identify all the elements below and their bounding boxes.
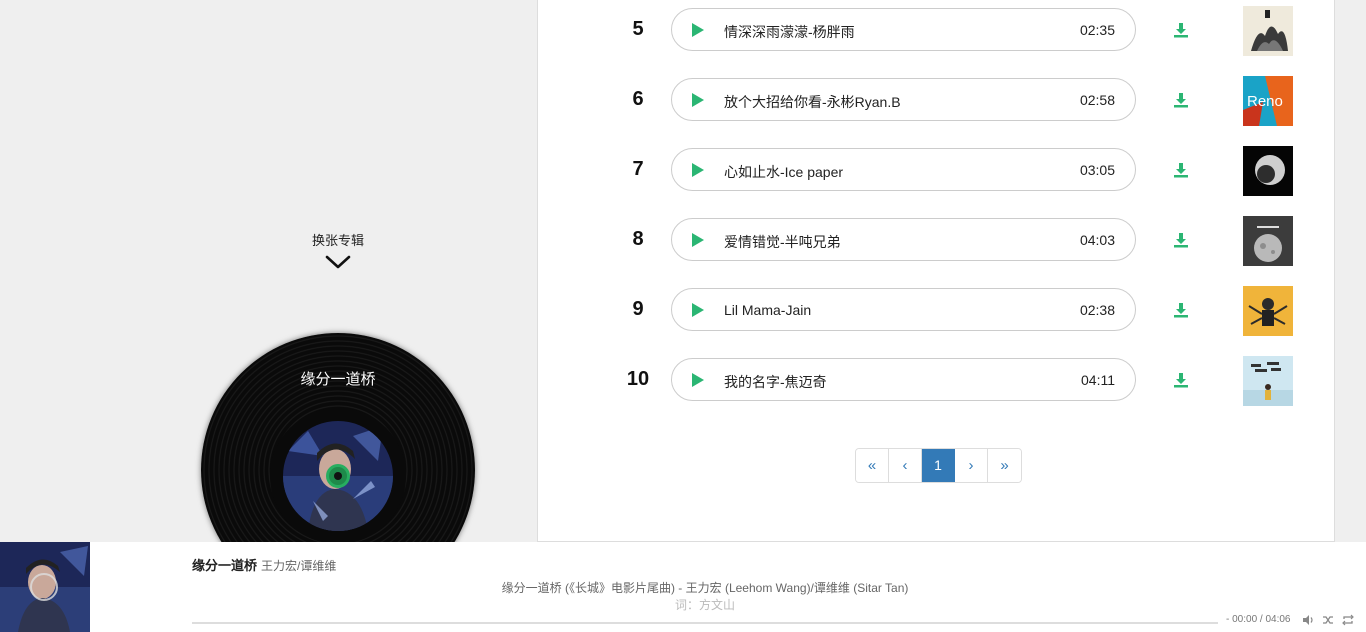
lyric-line-next: 词：方文山 [674, 598, 735, 612]
song-row: 7 心如止水-Ice paper 03:05 [538, 146, 1336, 196]
song-play-button[interactable]: Lil Mama-Jain 02:38 [671, 288, 1136, 331]
song-play-button[interactable]: 放个大招给你看-永彬Ryan.B 02:58 [671, 78, 1136, 121]
vinyl-title: 缘分一道桥 [300, 371, 376, 388]
thumb-text: Reno [1247, 93, 1283, 110]
song-duration: 03:05 [1079, 162, 1115, 178]
song-row: 9 Lil Mama-Jain 02:38 [538, 286, 1336, 336]
song-number: 7 [632, 158, 644, 180]
song-row: 5 情深深雨濛濛-杨胖雨 02:35 [538, 6, 1336, 56]
song-duration: 04:11 [1081, 372, 1115, 388]
song-number: 5 [632, 18, 644, 40]
song-duration: 02:38 [1079, 302, 1115, 318]
download-icon[interactable] [1173, 22, 1189, 38]
song-title: 放个大招给你看-永彬Ryan.B [724, 94, 901, 110]
play-icon [692, 163, 704, 177]
next-page-button[interactable]: › [955, 449, 988, 482]
album-thumbnail[interactable] [1243, 216, 1293, 266]
repeat-icon[interactable] [1342, 614, 1354, 626]
player-artist: 王力宏/谭维维 [261, 559, 337, 573]
song-row: 10 我的名字-焦迈奇 04:11 [538, 356, 1336, 406]
album-thumbnail[interactable] [1243, 356, 1293, 406]
player-cover-art[interactable] [0, 542, 90, 632]
song-title: 情深深雨濛濛-杨胖雨 [724, 24, 855, 40]
pagination: « ‹ 1 › » [855, 448, 1022, 483]
song-number: 6 [632, 88, 644, 110]
song-title: 我的名字-焦迈奇 [724, 374, 827, 390]
switch-album-button[interactable]: 换张专辑 [298, 230, 378, 269]
play-icon [692, 233, 704, 247]
song-title: 爱情错觉-半吨兄弟 [724, 234, 841, 250]
player-title: 缘分一道桥 [192, 558, 258, 573]
play-icon [692, 93, 704, 107]
song-number: 8 [632, 228, 644, 250]
player-track-info: 缘分一道桥 王力宏/谭维维 [192, 555, 336, 574]
download-icon[interactable] [1173, 92, 1189, 108]
song-play-button[interactable]: 心如止水-Ice paper 03:05 [671, 148, 1136, 191]
page-1-button[interactable]: 1 [922, 449, 955, 482]
song-title: 心如止水-Ice paper [724, 164, 844, 180]
lyric-line-current: 缘分一道桥 (《长城》电影片尾曲) - 王力宏 (Leehom Wang)/谭维… [501, 581, 909, 595]
song-number: 9 [632, 298, 644, 320]
shuffle-icon[interactable] [1322, 614, 1334, 626]
time-display: - 00:00 / 04:06 [1226, 614, 1291, 625]
download-icon[interactable] [1173, 162, 1189, 178]
vinyl-label [270, 408, 406, 544]
song-row: 8 爱情错觉-半吨兄弟 04:03 [538, 216, 1336, 266]
volume-icon[interactable] [1302, 614, 1314, 626]
song-duration: 02:35 [1079, 22, 1115, 38]
last-page-button[interactable]: » [988, 449, 1021, 482]
chevron-down-icon [325, 255, 351, 269]
download-icon[interactable] [1173, 232, 1189, 248]
vinyl-center-hole [326, 464, 350, 488]
switch-album-label: 换张专辑 [311, 233, 364, 248]
song-play-button[interactable]: 情深深雨濛濛-杨胖雨 02:35 [671, 8, 1136, 51]
play-icon [692, 23, 704, 37]
first-page-button[interactable]: « [856, 449, 889, 482]
album-thumbnail[interactable] [1243, 6, 1293, 56]
song-title: Lil Mama-Jain [724, 302, 812, 318]
song-play-button[interactable]: 爱情错觉-半吨兄弟 04:03 [671, 218, 1136, 261]
album-pane: 换张专辑 缘分一道桥 [0, 0, 538, 632]
download-icon[interactable] [1173, 372, 1189, 388]
song-list: 5 情深深雨濛濛-杨胖雨 02:35 6 放个大招给你看-永彬Ryan.B 02… [537, 0, 1335, 542]
album-thumbnail[interactable] [1243, 146, 1293, 196]
song-duration: 04:03 [1079, 232, 1115, 248]
song-row: 6 放个大招给你看-永彬Ryan.B 02:58 Reno [538, 76, 1336, 126]
download-icon[interactable] [1173, 302, 1189, 318]
player-bar: 缘分一道桥 王力宏/谭维维 缘分一道桥 (《长城》电影片尾曲) - 王力宏 (Le… [0, 542, 1366, 632]
prev-page-button[interactable]: ‹ [889, 449, 922, 482]
progress-bar[interactable] [192, 622, 1218, 624]
song-number: 10 [626, 368, 650, 390]
album-thumbnail[interactable]: Reno [1243, 76, 1293, 126]
play-icon [692, 373, 704, 387]
song-play-button[interactable]: 我的名字-焦迈奇 04:11 [671, 358, 1136, 401]
play-icon [692, 303, 704, 317]
song-duration: 02:58 [1079, 92, 1115, 108]
album-thumbnail[interactable] [1243, 286, 1293, 336]
